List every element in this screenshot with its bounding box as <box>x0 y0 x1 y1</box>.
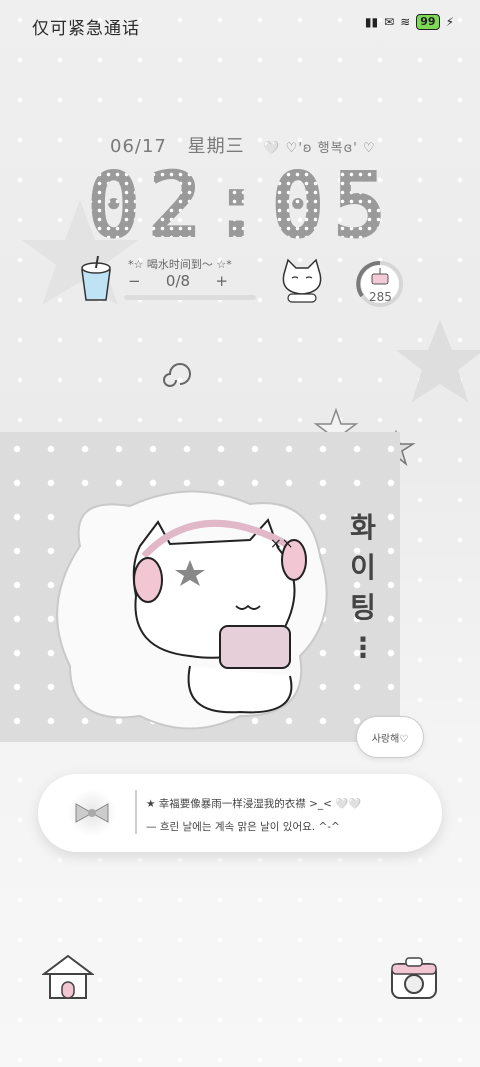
quote-line-2: — 흐린 날에는 계속 맑은 날이 있어요. ^-^ <box>146 821 340 833</box>
step-count: 285 <box>369 290 392 304</box>
quote-line-1: ★ 幸福要像暴雨一样浸湿我的衣襟 >_< 🤍🤍 <box>146 798 362 810</box>
star-icon <box>396 320 480 402</box>
status-icons: ▮▮ ✉ ≋ 99 ⚡ <box>365 14 454 30</box>
bow-icon <box>66 790 118 836</box>
camera-icon[interactable] <box>388 952 440 1002</box>
water-progress-bar <box>124 295 256 300</box>
card-divider <box>135 790 137 834</box>
water-title: *☆ 喝水时间到～ ☆* <box>128 258 232 271</box>
fighting-text: 화 이 팅 ⋮ <box>349 511 377 664</box>
status-carrier: 仅可紧急通话 <box>32 19 140 39</box>
cat-icon <box>282 258 322 303</box>
wifi-icon: ≋ <box>400 15 411 29</box>
water-counter: − 0/8 + <box>128 272 228 290</box>
home-icon[interactable] <box>42 952 94 1002</box>
battery-icon: 99 <box>416 14 440 30</box>
water-count: 0/8 <box>165 272 191 290</box>
water-plus-button[interactable]: + <box>215 272 228 290</box>
gamer-cat-illustration: ×× <box>56 490 328 730</box>
speech-bubble: 사랑해♡ <box>356 716 424 758</box>
clock: 02:05 <box>86 152 393 259</box>
spiral-icon <box>163 363 191 387</box>
lock-screen: 仅可紧急通话 ▮▮ ✉ ≋ 99 ⚡ 06/17 星期三 🤍 ♡'ʚ 행복ɞ' … <box>0 0 480 1067</box>
svg-text:××: ×× <box>270 536 293 552</box>
water-minus-button[interactable]: − <box>128 272 141 290</box>
signal-icon: ▮▮ <box>364 15 379 29</box>
cup-icon <box>81 256 111 301</box>
message-icon: ✉ <box>384 15 395 29</box>
charging-icon: ⚡ <box>445 15 454 29</box>
